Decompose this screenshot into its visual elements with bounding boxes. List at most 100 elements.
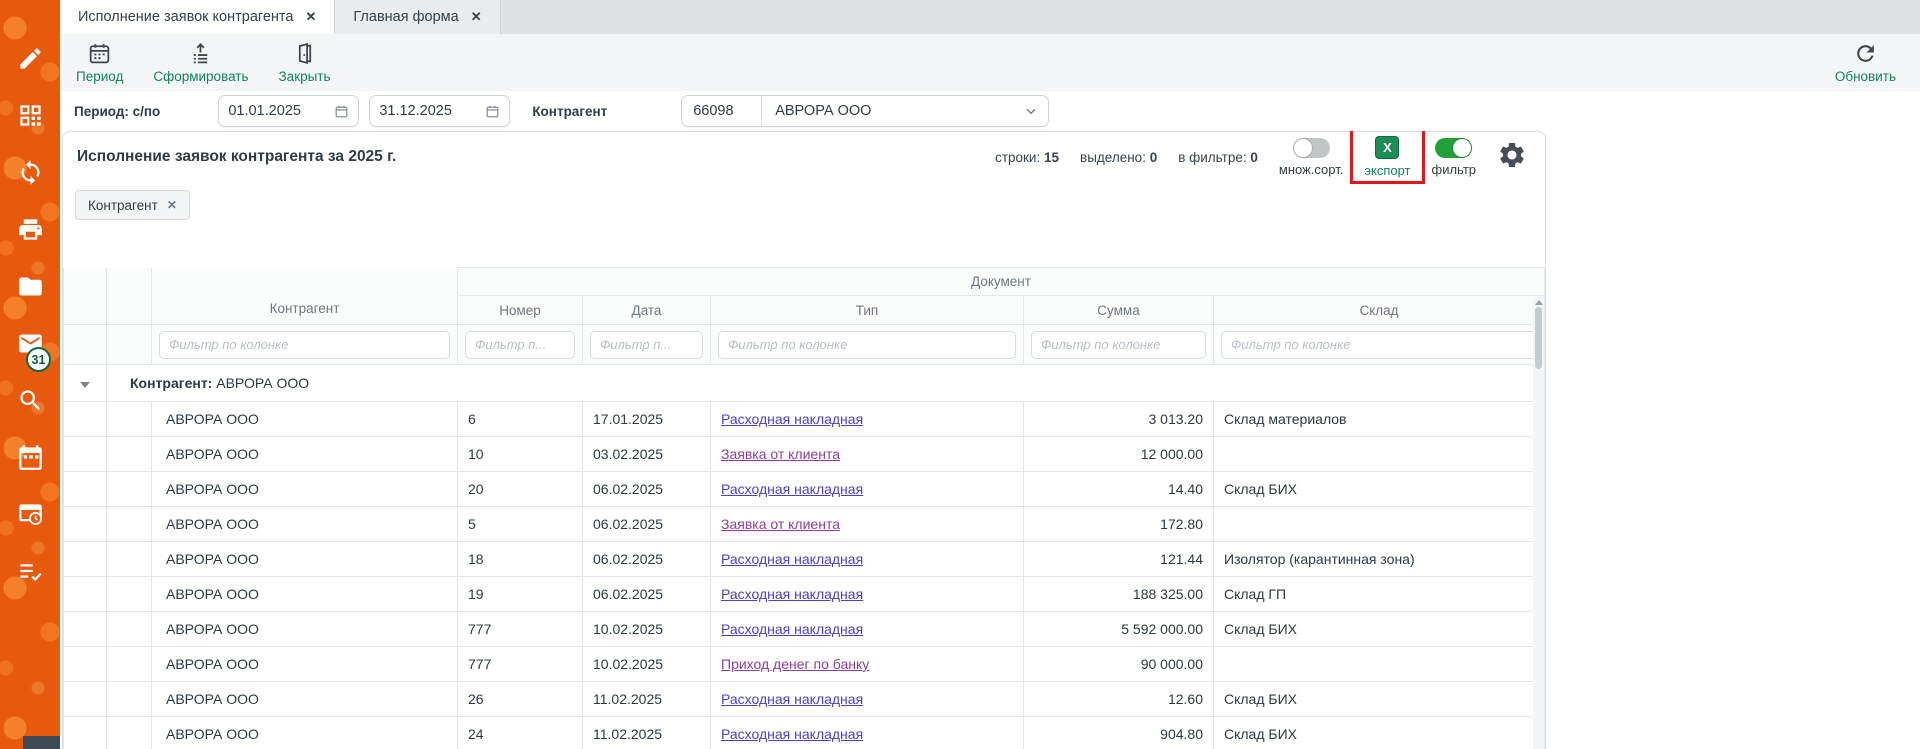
cell-contractor: АВРОРА ООО — [152, 507, 458, 542]
date-from-input[interactable]: 01.01.2025 — [218, 95, 359, 127]
cell-sum: 188 325.00 — [1024, 577, 1214, 612]
toggle-off-icon[interactable] — [1293, 138, 1330, 158]
contractor-code-value[interactable]: 66098 — [682, 96, 762, 126]
scrollbar-thumb[interactable] — [1535, 307, 1542, 369]
generate-button[interactable]: Сформировать — [153, 41, 248, 84]
document-type-link[interactable]: Расходная накладная — [721, 411, 863, 427]
cell-number: 5 — [458, 507, 583, 542]
document-type-link[interactable]: Расходная накладная — [721, 621, 863, 637]
column-header-sum[interactable]: Сумма — [1024, 296, 1214, 325]
document-type-link[interactable]: Расходная накладная — [721, 481, 863, 497]
cell-number: 777 — [458, 647, 583, 682]
mail-badge: 31 — [26, 347, 51, 372]
close-icon[interactable]: ✕ — [167, 198, 177, 212]
contractor-name-value[interactable]: АВРОРА ООО — [762, 103, 1024, 119]
chevron-down-icon[interactable] — [1024, 104, 1038, 118]
calendar-icon[interactable] — [485, 104, 500, 119]
group-chip-contractor[interactable]: Контрагент ✕ — [75, 190, 190, 220]
grouping-chips: Контрагент ✕ — [63, 190, 1545, 220]
report-panel: Исполнение заявок контрагента за 2025 г.… — [62, 131, 1546, 749]
gear-icon — [1497, 140, 1527, 170]
refresh-button[interactable]: Обновить — [1835, 41, 1896, 84]
cell-number: 24 — [458, 717, 583, 749]
filter-toggle[interactable]: фильтр — [1432, 138, 1476, 177]
filter-input-sum[interactable] — [1031, 331, 1206, 359]
print-form-icon[interactable] — [0, 201, 60, 258]
cell-warehouse: Изолятор (карантинная зона) — [1214, 542, 1545, 577]
cell-sum: 121.44 — [1024, 542, 1214, 577]
column-header-type[interactable]: Тип — [711, 296, 1024, 325]
cell-number: 10 — [458, 437, 583, 472]
document-type-link[interactable]: Расходная накладная — [721, 691, 863, 707]
tab-execution-report[interactable]: Исполнение заявок контрагента ✕ — [60, 0, 335, 34]
filter-input-warehouse[interactable] — [1221, 331, 1537, 359]
report-clock-icon[interactable] — [0, 486, 60, 543]
column-header-date[interactable]: Дата — [583, 296, 711, 325]
settings-button[interactable] — [1497, 140, 1527, 175]
document-type-link[interactable]: Расходная накладная — [721, 586, 863, 602]
document-type-link[interactable]: Расходная накладная — [721, 551, 863, 567]
checklist-icon[interactable] — [0, 543, 60, 600]
cell-warehouse: Склад БИХ — [1214, 682, 1545, 717]
cell-document-type: Расходная накладная — [711, 402, 1024, 437]
excel-icon[interactable]: X — [1375, 136, 1399, 159]
mail-icon[interactable]: 31 — [0, 315, 60, 372]
calendar-icon[interactable] — [334, 104, 349, 119]
collapse-triangle-icon[interactable] — [80, 382, 90, 388]
multisort-toggle[interactable]: множ.сорт. — [1279, 138, 1343, 177]
period-button[interactable]: Период — [76, 41, 123, 84]
cell-contractor: АВРОРА ООО — [152, 472, 458, 507]
cell-number: 777 — [458, 612, 583, 647]
column-header-warehouse[interactable]: Склад — [1214, 296, 1545, 325]
filter-input-type[interactable] — [718, 331, 1016, 359]
document-type-link[interactable]: Приход денег по банку — [721, 656, 869, 672]
cell-contractor: АВРОРА ООО — [152, 612, 458, 647]
generate-icon — [188, 41, 213, 66]
cell-date: 11.02.2025 — [583, 682, 711, 717]
contractor-combo[interactable]: 66098 АВРОРА ООО — [681, 95, 1049, 127]
filter-input-number[interactable] — [465, 331, 575, 359]
cell-sum: 14.40 — [1024, 472, 1214, 507]
document-type-link[interactable]: Заявка от клиента — [721, 516, 840, 532]
filter-input-contractor[interactable] — [159, 331, 450, 359]
qr-code-icon[interactable] — [0, 87, 60, 144]
cell-sum: 5 592 000.00 — [1024, 612, 1214, 647]
column-header-number[interactable]: Номер — [458, 296, 583, 325]
scroll-up-arrow-icon[interactable] — [1535, 300, 1543, 305]
sync-icon[interactable] — [0, 144, 60, 201]
cell-contractor: АВРОРА ООО — [152, 542, 458, 577]
export-button[interactable]: X экспорт — [1364, 136, 1410, 178]
table-row[interactable]: АВРОРА ООО 18 06.02.2025 Расходная накла… — [64, 542, 1545, 577]
document-type-link[interactable]: Заявка от клиента — [721, 446, 840, 462]
main-area: Исполнение заявок контрагента ✕ Главная … — [60, 0, 1920, 749]
table-row[interactable]: АВРОРА ООО 26 11.02.2025 Расходная накла… — [64, 682, 1545, 717]
search-icon[interactable] — [0, 372, 60, 429]
table-row[interactable]: АВРОРА ООО 777 10.02.2025 Расходная накл… — [64, 612, 1545, 647]
table-row[interactable]: АВРОРА ООО 24 11.02.2025 Расходная накла… — [64, 717, 1545, 749]
close-icon[interactable]: ✕ — [305, 9, 316, 25]
close-form-button[interactable]: Закрыть — [279, 41, 331, 84]
calendar-icon[interactable] — [0, 429, 60, 486]
date-to-input[interactable]: 31.12.2025 — [369, 95, 510, 127]
folder-icon[interactable] — [0, 258, 60, 315]
report-header: Исполнение заявок контрагента за 2025 г.… — [63, 132, 1545, 182]
column-header-contractor[interactable]: Контрагент — [152, 268, 458, 325]
close-icon[interactable]: ✕ — [471, 9, 482, 25]
table-row[interactable]: АВРОРА ООО 10 03.02.2025 Заявка от клиен… — [64, 437, 1545, 472]
group-row[interactable]: Контрагент: АВРОРА ООО — [64, 365, 1545, 402]
table-row[interactable]: АВРОРА ООО 19 06.02.2025 Расходная накла… — [64, 577, 1545, 612]
table-row[interactable]: АВРОРА ООО 777 10.02.2025 Приход денег п… — [64, 647, 1545, 682]
cell-document-type: Расходная накладная — [711, 682, 1024, 717]
toggle-on-icon[interactable] — [1435, 138, 1472, 158]
table-row[interactable]: АВРОРА ООО 6 17.01.2025 Расходная наклад… — [64, 402, 1545, 437]
document-type-link[interactable]: Расходная накладная — [721, 726, 863, 742]
period-button-label: Период — [76, 69, 123, 84]
tab-main-form[interactable]: Главная форма ✕ — [335, 0, 500, 34]
app-window: 31 Исполнение заявок — [0, 0, 1920, 749]
table-row[interactable]: АВРОРА ООО 5 06.02.2025 Заявка от клиент… — [64, 507, 1545, 542]
table-row[interactable]: АВРОРА ООО 20 06.02.2025 Расходная накла… — [64, 472, 1545, 507]
filter-input-date[interactable] — [590, 331, 703, 359]
vertical-scrollbar[interactable] — [1533, 297, 1544, 749]
pencil-icon[interactable] — [0, 30, 60, 87]
cell-sum: 12 000.00 — [1024, 437, 1214, 472]
